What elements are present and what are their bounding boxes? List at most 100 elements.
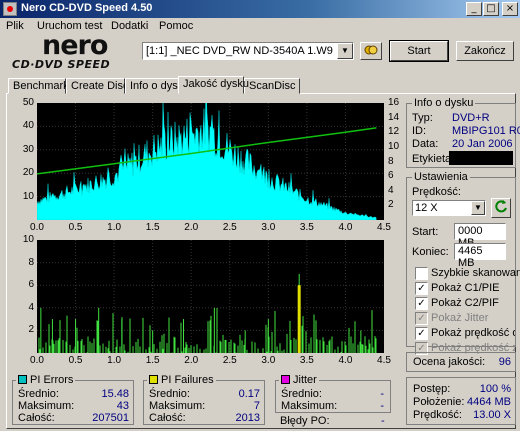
- pi-failures-avg-value: 0.17: [238, 388, 260, 400]
- position-value: 4464 MB: [466, 396, 511, 408]
- fast-scan-label: Szybkie skanowanie: [431, 267, 520, 279]
- pi-failures-swatch: [149, 375, 158, 384]
- top-x-tick: 0.5: [68, 222, 83, 233]
- logo-brand: nero: [42, 30, 108, 61]
- speed-label: Prędkość:: [412, 186, 461, 198]
- top-left-tick: 50: [22, 97, 34, 108]
- chevron-down-icon[interactable]: ▼: [471, 201, 485, 215]
- end-mb-input[interactable]: 4465 MB: [454, 243, 506, 269]
- pi-failures-chart: [37, 240, 384, 353]
- show-c1-pie-checkbox[interactable]: ✓: [415, 282, 428, 295]
- jitter-max-value: -: [380, 400, 384, 412]
- pi-failures-total-label: Całość:: [149, 412, 186, 424]
- minimize-icon[interactable]: _: [466, 2, 482, 16]
- show-c2-pif-checkbox[interactable]: ✓: [415, 297, 428, 310]
- pi-errors-max-label: Maksimum:: [18, 400, 75, 412]
- disc-info-title: Info o dysku: [412, 97, 476, 109]
- app-icon: [3, 2, 17, 16]
- refresh-icon: [495, 200, 507, 213]
- top-x-tick: 2.0: [184, 222, 199, 233]
- po-failures-value: -: [381, 415, 385, 427]
- top-right-tick: 12: [388, 126, 400, 138]
- pi-errors-group: PI Errors Średnio: 15.48 Maksimum: 43 Ca…: [12, 374, 134, 425]
- start-button[interactable]: Start: [389, 40, 449, 62]
- disc-type-value: DVD+R: [452, 112, 490, 124]
- bottom-left-tick: 6: [28, 279, 34, 291]
- po-failures-label: Błędy PO:: [280, 415, 330, 427]
- progress-value: 100 %: [479, 383, 511, 395]
- top-left-tick: 20: [22, 167, 34, 179]
- pi-errors-total-value: 207501: [92, 412, 129, 424]
- progress-group: Postęp: 100 % Położenie: 4464 MB Prędkoś…: [406, 377, 516, 425]
- top-left-tick: 30: [22, 143, 34, 155]
- speed-select[interactable]: 12 X ▼: [412, 200, 486, 216]
- bottom-x-tick: 0.0: [30, 355, 44, 366]
- quality-score-group: Ocena jakości: 96: [406, 352, 516, 372]
- quality-score-label: Ocena jakości:: [413, 356, 486, 368]
- fast-scan-checkbox[interactable]: [415, 267, 428, 280]
- drive-select-value: [1:1] _NEC DVD_RW ND-3540A 1.W9: [146, 45, 333, 57]
- top-x-tick: 1.0: [107, 222, 122, 233]
- start-mb-input[interactable]: 0000 MB: [454, 223, 506, 249]
- top-right-tick: 6: [388, 170, 394, 182]
- pi-errors-area: [36, 76, 377, 221]
- window-title: Nero CD-DVD Speed 4.50: [21, 2, 153, 14]
- jitter-avg-label: Średnio:: [281, 388, 322, 400]
- menu-pomoc[interactable]: Pomoc: [159, 20, 193, 32]
- maximize-icon[interactable]: □: [483, 2, 499, 16]
- top-right-tick: 2: [388, 199, 394, 211]
- show-c2-pif-label: Pokaż C2/PIF: [431, 297, 499, 309]
- top-right-tick: 14: [388, 111, 400, 123]
- pi-failures-total-value: 2013: [235, 412, 260, 424]
- show-read-speed-checkbox[interactable]: ✓: [415, 327, 428, 340]
- top-x-tick: 3.0: [261, 222, 276, 233]
- position-label: Położenie:: [413, 396, 465, 408]
- disc-id-value: MBIPG101 R04: [452, 125, 520, 137]
- jitter-swatch: [281, 375, 290, 384]
- pi-errors-max-value: 43: [116, 400, 129, 412]
- jitter-max-label: Maksimum:: [281, 400, 338, 412]
- tab-scandisc[interactable]: ScanDisc: [244, 78, 300, 94]
- quality-score-value: 96: [498, 356, 511, 368]
- pi-errors-title-text: PI Errors: [30, 374, 74, 386]
- speed-select-value: 12 X: [415, 202, 438, 214]
- nero-logo: nero CD·DVD SPEED: [6, 30, 134, 72]
- pi-failures-avg-label: Średnio:: [149, 388, 190, 400]
- top-right-tick: 8: [388, 155, 394, 167]
- close-icon[interactable]: ×: [502, 2, 518, 16]
- disc-date-value: 20 Jan 2006: [452, 138, 513, 150]
- bottom-x-tick: 0.5: [68, 355, 83, 366]
- tab-benchmark[interactable]: Benchmark: [8, 78, 69, 94]
- drive-select[interactable]: [1:1] _NEC DVD_RW ND-3540A 1.W9 ▼: [142, 42, 354, 60]
- bottom-x-tick: 3.5: [299, 355, 314, 366]
- bottom-x-tick: 1.0: [107, 355, 122, 366]
- pi-errors-avg-value: 15.48: [101, 388, 129, 400]
- jitter-group: Jitter Średnio: - Maksimum: -: [275, 374, 391, 413]
- bottom-left-tick: 8: [28, 256, 34, 268]
- refresh-drives-button[interactable]: [360, 42, 382, 60]
- jitter-avg-value: -: [380, 388, 384, 400]
- bottom-x-tick: 2.5: [222, 355, 237, 366]
- disc-label-value: [449, 151, 513, 165]
- chevron-down-icon[interactable]: ▼: [337, 43, 353, 59]
- speed-readout-value: 13.00 X: [473, 409, 511, 421]
- top-x-tick: 4.5: [377, 222, 391, 233]
- end-label: Koniec:: [412, 246, 449, 258]
- top-left-tick: 10: [22, 190, 34, 202]
- top-x-tick: 3.5: [299, 222, 314, 233]
- show-c1-pie-label: Pokaż C1/PIE: [431, 282, 500, 294]
- top-x-tick: 4.0: [338, 222, 353, 233]
- tab-create-disc[interactable]: Create Disc: [66, 78, 128, 94]
- top-x-tick: 1.5: [145, 222, 160, 233]
- pi-failures-title: PI Failures: [147, 374, 216, 386]
- bottom-x-tick: 4.5: [377, 355, 391, 366]
- show-read-speed-label: Pokaż prędkość odczy: [431, 327, 515, 339]
- refresh-speed-button[interactable]: [491, 198, 511, 218]
- progress-label: Postęp:: [413, 383, 451, 395]
- menu-dodatki[interactable]: Dodatki: [111, 20, 148, 32]
- logo-subtitle: CD·DVD SPEED: [12, 58, 111, 71]
- tab-disc-quality[interactable]: Jakość dysku: [178, 76, 249, 94]
- menu-plik[interactable]: Plik: [6, 20, 24, 32]
- exit-button[interactable]: Zakończ: [456, 41, 514, 61]
- pi-errors-total-label: Całość:: [18, 412, 55, 424]
